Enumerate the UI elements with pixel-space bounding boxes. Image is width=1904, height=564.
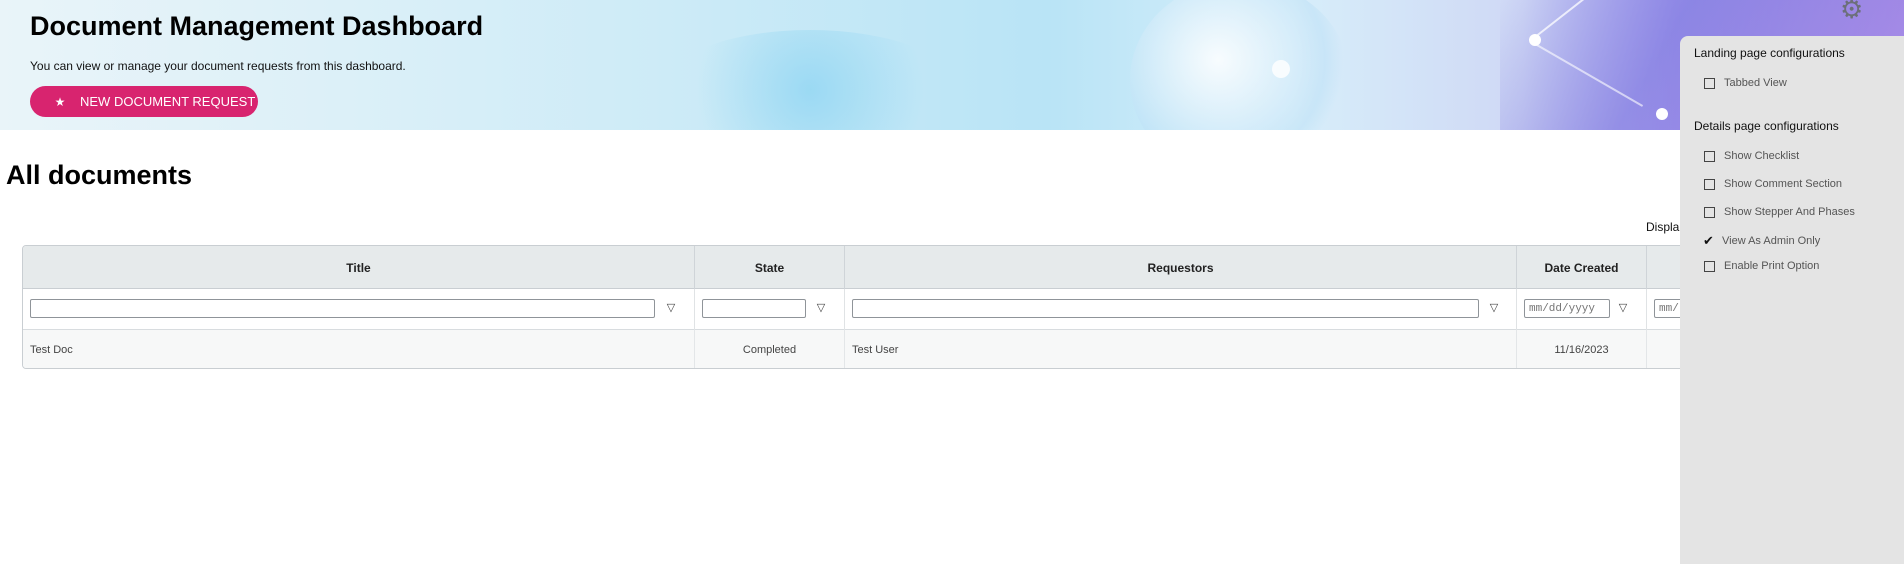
filter-cell-state: ▽	[695, 289, 845, 330]
date-created-filter-input[interactable]	[1524, 299, 1610, 318]
option-label: Show Comment Section	[1724, 178, 1842, 190]
checkbox[interactable]	[1704, 77, 1715, 89]
documents-grid: Title State Requestors Date Created ▽ ▽ …	[22, 245, 1722, 369]
filter-icon[interactable]: ▽	[1488, 301, 1500, 315]
state-filter-input[interactable]	[702, 299, 806, 318]
gear-icon[interactable]: ⚙	[1840, 0, 1866, 22]
cell-date-created: 11/16/2023	[1517, 330, 1647, 368]
option-show-checklist[interactable]: Show Checklist	[1704, 150, 1799, 162]
hero-decor	[1130, 0, 1350, 130]
filter-row: ▽ ▽ ▽ ▽	[23, 289, 1721, 330]
filter-icon[interactable]: ▽	[665, 301, 677, 315]
star-icon: ★	[54, 94, 66, 109]
checkmark-icon[interactable]: ✔	[1702, 233, 1715, 249]
column-header-state[interactable]: State	[695, 246, 845, 289]
checkbox[interactable]	[1704, 178, 1715, 190]
settings-panel: Landing page configurations Tabbed View …	[1680, 36, 1904, 564]
option-tabbed-view[interactable]: Tabbed View	[1704, 77, 1787, 89]
page-title: Document Management Dashboard	[30, 11, 484, 41]
column-header-date-created[interactable]: Date Created	[1517, 246, 1647, 289]
checkbox[interactable]	[1704, 150, 1715, 162]
new-document-request-button[interactable]: ★ NEW DOCUMENT REQUEST	[30, 86, 258, 117]
hero-decor	[1529, 34, 1541, 46]
checkbox[interactable]	[1704, 206, 1715, 218]
column-header-requestors[interactable]: Requestors	[845, 246, 1517, 289]
option-view-as-admin-only[interactable]: ✔ View As Admin Only	[1702, 233, 1820, 249]
page-subtitle: You can view or manage your document req…	[30, 59, 406, 73]
landing-config-heading: Landing page configurations	[1694, 46, 1845, 60]
filter-cell-requestors: ▽	[845, 289, 1517, 330]
option-label: Tabbed View	[1724, 77, 1787, 89]
option-label: Show Stepper And Phases	[1724, 206, 1855, 218]
cell-title: Test Doc	[23, 330, 695, 368]
details-config-heading: Details page configurations	[1694, 119, 1839, 133]
filter-cell-title: ▽	[23, 289, 695, 330]
section-title: All documents	[6, 160, 193, 190]
display-options-label[interactable]: Displa	[1646, 220, 1679, 234]
cell-state: Completed	[695, 330, 845, 368]
option-enable-print-option[interactable]: Enable Print Option	[1704, 260, 1819, 272]
option-label: Enable Print Option	[1724, 260, 1820, 272]
filter-cell-date-created: ▽	[1517, 289, 1647, 330]
option-label: View As Admin Only	[1722, 235, 1821, 247]
option-label: Show Checklist	[1724, 150, 1800, 162]
column-header-title[interactable]: Title	[23, 246, 695, 289]
grid-header: Title State Requestors Date Created	[23, 246, 1721, 289]
hero-decor	[1272, 60, 1290, 78]
requestors-filter-input[interactable]	[852, 299, 1479, 318]
hero-decor	[1656, 108, 1668, 120]
table-row[interactable]: Test Doc Completed Test User 11/16/2023	[23, 330, 1721, 368]
hero-decor	[660, 30, 960, 130]
cell-requestors: Test User	[845, 330, 1517, 368]
checkbox[interactable]	[1704, 260, 1715, 272]
option-show-comment-section[interactable]: Show Comment Section	[1704, 178, 1842, 190]
filter-icon[interactable]: ▽	[1617, 301, 1629, 315]
option-show-stepper-and-phases[interactable]: Show Stepper And Phases	[1704, 206, 1855, 218]
title-filter-input[interactable]	[30, 299, 655, 318]
filter-icon[interactable]: ▽	[815, 301, 827, 315]
new-document-request-label: NEW DOCUMENT REQUEST	[80, 94, 256, 109]
